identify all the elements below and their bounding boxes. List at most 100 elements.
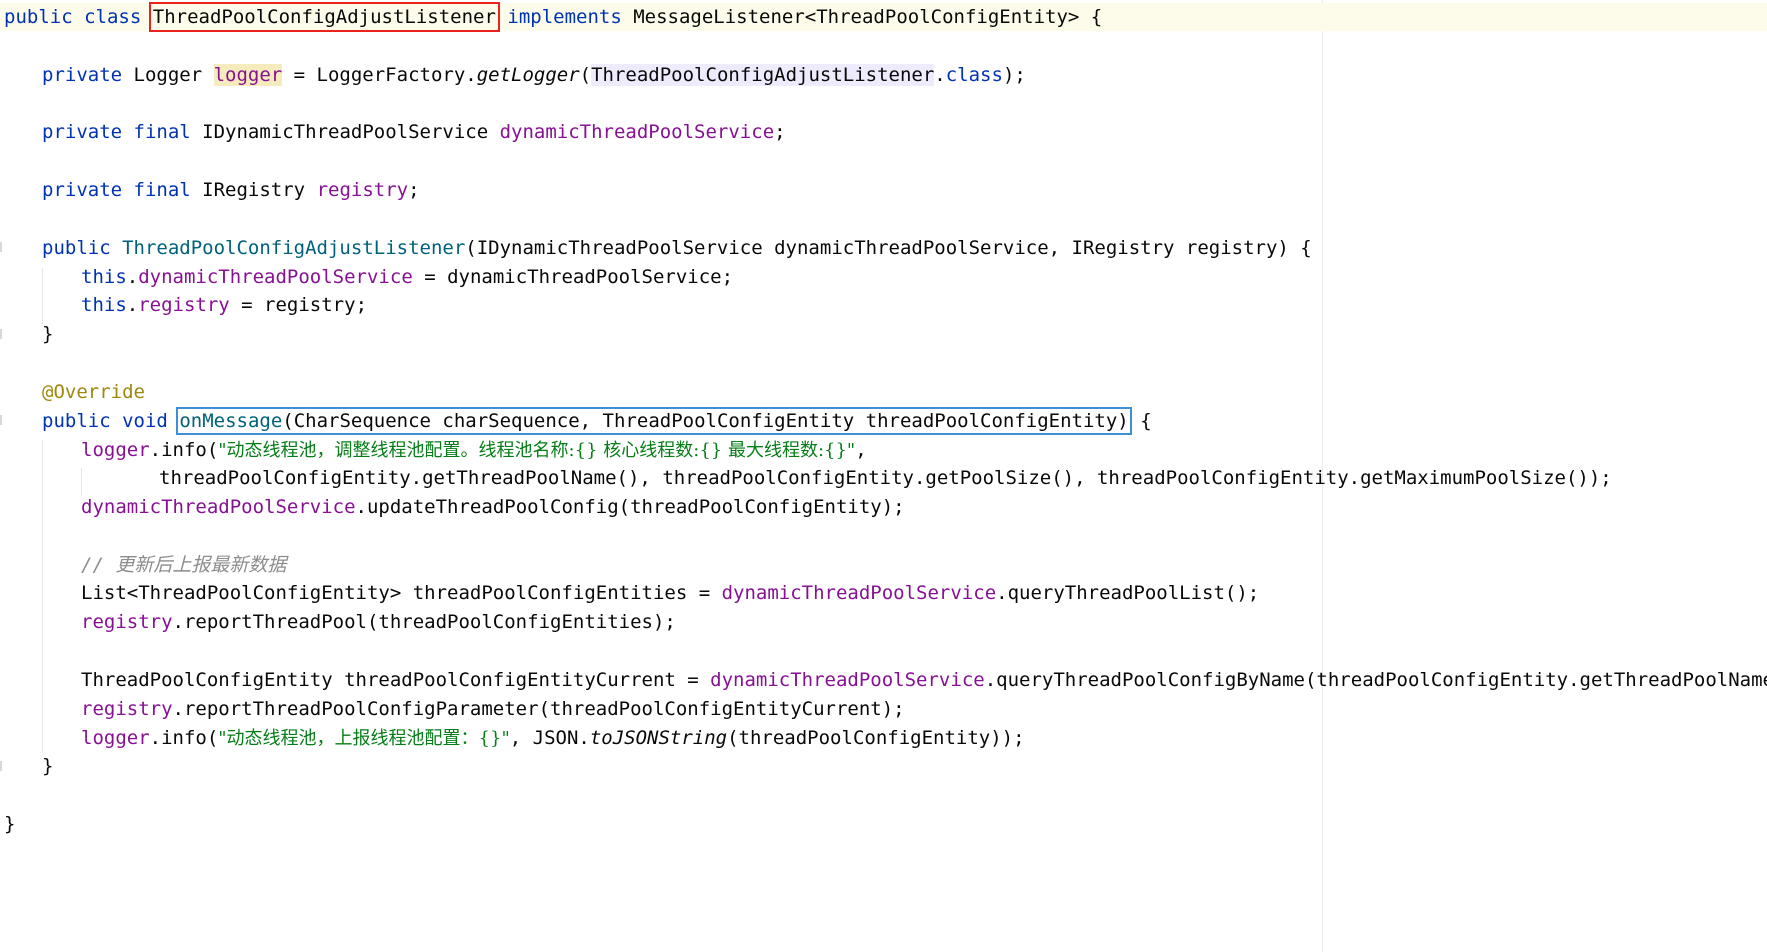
field-logger: logger: [81, 727, 150, 749]
code-text: .updateThreadPoolConfig(threadPoolConfig…: [355, 496, 905, 518]
method-name: onMessage: [179, 410, 283, 432]
interface-type: MessageListener<ThreadPoolConfigEntity> …: [633, 6, 1103, 28]
code-line-log-args[interactable]: threadPoolConfigEntity.getThreadPoolName…: [159, 464, 1612, 492]
code-line-close-brace[interactable]: }: [42, 320, 53, 348]
keyword: class: [945, 64, 1003, 86]
code-line-registry-field[interactable]: private final IRegistry registry;: [42, 176, 420, 204]
code-editor[interactable]: public class ThreadPoolConfigAdjustListe…: [0, 0, 1767, 952]
keyword: void: [122, 410, 168, 432]
code-line-service-field[interactable]: private final IDynamicThreadPoolService …: [42, 118, 786, 146]
code-line-annotation[interactable]: @Override: [42, 378, 145, 406]
code-text: }: [42, 323, 54, 345]
code-line-method-signature[interactable]: public void onMessage(CharSequence charS…: [42, 407, 1152, 435]
keyword: public: [42, 237, 111, 259]
class-usage-highlight: ThreadPoolConfigAdjustListener: [591, 64, 935, 86]
code-line-query-list[interactable]: List<ThreadPoolConfigEntity> threadPoolC…: [81, 579, 1259, 607]
code-text: .info(: [149, 439, 219, 461]
code-text: (threadPoolConfigEntity));: [727, 727, 1025, 749]
code-line-method-close[interactable]: }: [42, 752, 53, 780]
code-line-report-param[interactable]: registry.reportThreadPoolConfigParameter…: [81, 695, 905, 723]
field-logger: logger: [81, 439, 150, 461]
fold-marker[interactable]: [0, 761, 2, 771]
field-name: registry: [81, 698, 173, 720]
code-text: , JSON.: [509, 727, 590, 749]
keyword: public: [42, 410, 111, 432]
code-text: (IDynamicThreadPoolService dynamicThread…: [465, 237, 1312, 259]
code-text: = registry;: [229, 294, 368, 316]
field-name: registry: [81, 611, 173, 633]
code-line-log-info[interactable]: logger.info("动态线程池，调整线程池配置。线程池名称:{} 核心线程…: [81, 436, 867, 464]
code-text: ,: [855, 439, 867, 461]
keyword: implements: [507, 6, 622, 28]
keyword: this: [81, 266, 127, 288]
fold-marker[interactable]: [0, 242, 2, 252]
annotation-override: @Override: [42, 381, 145, 403]
code-text: .: [126, 266, 139, 288]
fold-marker[interactable]: [0, 415, 2, 425]
code-text: = LoggerFactory.: [282, 64, 477, 86]
code-text: .: [126, 294, 139, 316]
code-text: Logger: [122, 64, 214, 86]
code-text: ;: [774, 121, 786, 143]
keyword: public: [4, 6, 73, 28]
code-line-class-declaration[interactable]: public class ThreadPoolConfigAdjustListe…: [0, 2, 1767, 32]
indent-guide: [42, 268, 43, 324]
code-text: ;: [408, 179, 420, 201]
code-text: .queryThreadPoolList();: [996, 582, 1260, 604]
constructor-name: ThreadPoolConfigAdjustListener: [122, 237, 466, 259]
code-line-constructor[interactable]: public ThreadPoolConfigAdjustListener(ID…: [42, 234, 1312, 262]
field-name: dynamicThreadPoolService: [499, 121, 775, 143]
string-literal: "动态线程池，调整线程池配置。线程池名称:{} 核心线程数:{} 最大线程数:{…: [218, 440, 856, 461]
keyword: private: [42, 179, 123, 201]
method-params: (CharSequence charSequence, ThreadPoolCo…: [282, 410, 1129, 432]
code-text: );: [1002, 64, 1026, 86]
code-text: }: [42, 755, 54, 777]
code-text: }: [4, 813, 16, 835]
code-line-assign-service[interactable]: this.dynamicThreadPoolService = dynamicT…: [81, 263, 733, 291]
code-line-assign-registry[interactable]: this.registry = registry;: [81, 291, 367, 319]
fold-marker[interactable]: [0, 329, 2, 339]
code-text: IDynamicThreadPoolService: [190, 121, 500, 143]
field-name: dynamicThreadPoolService: [721, 582, 997, 604]
field-name: registry: [138, 294, 230, 316]
field-name: dynamicThreadPoolService: [138, 266, 413, 288]
code-text: .reportThreadPoolConfigParameter(threadP…: [172, 698, 905, 720]
code-text: IRegistry: [190, 179, 317, 201]
code-line-log-report[interactable]: logger.info("动态线程池，上报线程池配置：{}", JSON.toJ…: [81, 724, 1025, 752]
method-signature-highlighted[interactable]: onMessage(CharSequence charSequence, Thr…: [176, 407, 1132, 435]
code-text: List<ThreadPoolConfigEntity> threadPoolC…: [81, 582, 722, 604]
method-call: getLogger: [476, 64, 580, 86]
class-name-highlighted[interactable]: ThreadPoolConfigAdjustListener: [148, 2, 500, 32]
field-name: registry: [316, 179, 409, 201]
code-text: .reportThreadPool(threadPoolConfigEntiti…: [172, 611, 676, 633]
code-comment: // 更新后上报最新数据: [81, 554, 287, 576]
code-line-update-config[interactable]: dynamicThreadPoolService.updateThreadPoo…: [81, 493, 905, 521]
code-line-query-current[interactable]: ThreadPoolConfigEntity threadPoolConfigE…: [81, 666, 1767, 694]
keyword: final: [133, 179, 191, 201]
method-call: toJSONString: [589, 727, 728, 749]
code-text: = dynamicThreadPoolService;: [412, 266, 734, 288]
code-text: {: [1128, 410, 1152, 432]
keyword: this: [81, 294, 127, 316]
code-line-logger-field[interactable]: private Logger logger = LoggerFactory.ge…: [42, 61, 1026, 89]
code-line-report-pool[interactable]: registry.reportThreadPool(threadPoolConf…: [81, 608, 676, 636]
keyword: private: [42, 121, 123, 143]
keyword: final: [133, 121, 191, 143]
field-name: dynamicThreadPoolService: [710, 669, 985, 691]
code-line-comment[interactable]: // 更新后上报最新数据: [81, 551, 286, 579]
field-logger[interactable]: logger: [213, 64, 283, 86]
keyword: private: [42, 64, 123, 86]
code-text: threadPoolConfigEntity.getThreadPoolName…: [159, 467, 1612, 489]
indent-guide: [42, 440, 43, 752]
code-text: ThreadPoolConfigEntity threadPoolConfigE…: [81, 669, 711, 691]
code-line-class-close[interactable]: }: [4, 810, 15, 838]
code-text: .info(: [149, 727, 219, 749]
